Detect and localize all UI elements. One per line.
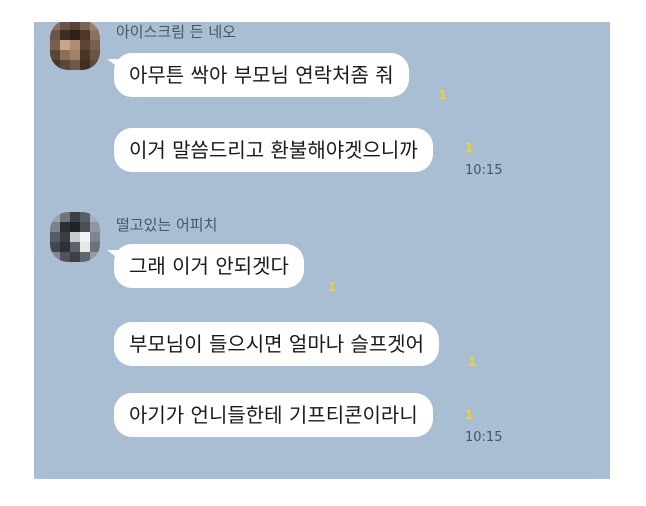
unread-count: 1 [465, 408, 474, 422]
avatar[interactable] [50, 212, 100, 262]
message-timestamp: 10:15 [465, 163, 503, 178]
message-bubble[interactable]: 그래 이거 안되겟다 [107, 244, 304, 288]
unread-count: 1 [438, 88, 447, 102]
message-bubble[interactable]: 아무튼 싹아 부모님 연락처좀 줘 [107, 53, 409, 97]
chat-area[interactable]: 아이스크림 든 네오 아무튼 싹아 부모님 연락처좀 줘 1 이거 말씀드리고 … [34, 22, 610, 479]
unread-count: 1 [328, 280, 337, 294]
sender-name: 아이스크림 든 네오 [116, 23, 236, 41]
unread-count: 1 [468, 355, 477, 369]
unread-count: 1 [465, 141, 474, 155]
message-bubble[interactable]: 이거 말씀드리고 환불해야겟으니까 [114, 128, 433, 172]
message-bubble[interactable]: 아기가 언니들한테 기프티콘이라니 [114, 393, 433, 437]
avatar[interactable] [50, 22, 100, 70]
message-timestamp: 10:15 [465, 430, 503, 445]
message-bubble[interactable]: 부모님이 들으시면 얼마나 슬프겟어 [114, 322, 440, 366]
sender-name: 떨고있는 어피치 [116, 216, 218, 234]
